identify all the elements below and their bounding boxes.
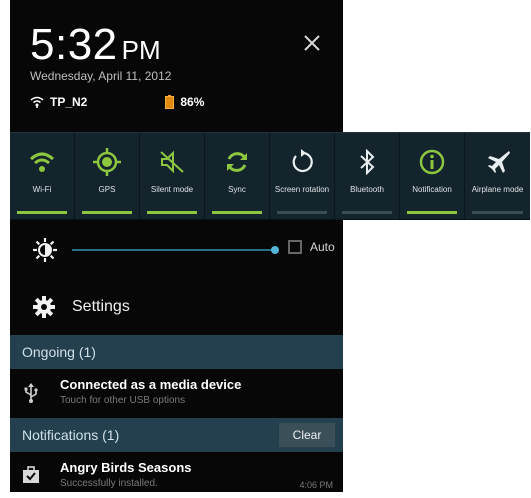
gps-icon bbox=[93, 148, 121, 176]
battery-icon bbox=[165, 95, 175, 109]
notification-time: 4:06 PM bbox=[299, 480, 333, 490]
date-label: Wednesday, April 11, 2012 bbox=[30, 69, 172, 83]
quick-settings-bar: Wi-Fi GPS Silent mode Sync Screen rotati… bbox=[10, 132, 530, 220]
gear-icon bbox=[33, 296, 55, 318]
qs-indicator bbox=[82, 211, 132, 214]
install-complete-icon bbox=[23, 466, 39, 483]
bluetooth-icon bbox=[360, 149, 375, 175]
auto-checkbox[interactable] bbox=[288, 240, 302, 254]
clock-time: 5:32 bbox=[30, 20, 118, 69]
qs-wifi[interactable]: Wi-Fi bbox=[10, 133, 75, 219]
wifi-icon bbox=[29, 152, 55, 172]
qs-indicator bbox=[277, 211, 327, 214]
qs-airplane-mode[interactable]: Airplane mode bbox=[465, 133, 530, 219]
status-row: TP_N2 86% bbox=[30, 95, 204, 109]
notification-subtitle: Successfully installed. bbox=[60, 478, 158, 489]
silent-mode-icon bbox=[160, 150, 184, 174]
airplane-icon bbox=[487, 151, 510, 173]
notifications-header: Notifications (1) Clear bbox=[10, 418, 343, 452]
qs-screen-rotation[interactable]: Screen rotation bbox=[270, 133, 335, 219]
notification-icon bbox=[419, 149, 445, 175]
clear-button[interactable]: Clear bbox=[279, 423, 335, 447]
auto-label: Auto bbox=[310, 240, 335, 254]
ongoing-title: Connected as a media device bbox=[60, 377, 242, 392]
qs-gps[interactable]: GPS bbox=[75, 133, 140, 219]
qs-label: Wi-Fi bbox=[32, 185, 52, 194]
ongoing-header-label: Ongoing (1) bbox=[22, 344, 96, 360]
qs-label: Sync bbox=[228, 185, 246, 194]
qs-indicator bbox=[342, 211, 392, 214]
settings-row[interactable]: Settings bbox=[20, 283, 343, 333]
qs-label: Airplane mode bbox=[471, 185, 524, 194]
qs-indicator bbox=[407, 211, 457, 214]
qs-notification[interactable]: Notification bbox=[400, 133, 465, 219]
battery-percent: 86% bbox=[180, 95, 205, 109]
qs-label: Silent mode bbox=[150, 185, 194, 194]
brightness-slider[interactable] bbox=[72, 246, 279, 254]
qs-indicator bbox=[17, 211, 67, 214]
notifications-header-label: Notifications (1) bbox=[22, 427, 120, 443]
qs-silent-mode[interactable]: Silent mode bbox=[140, 133, 205, 219]
qs-label: Bluetooth bbox=[350, 185, 384, 194]
brightness-slider-knob[interactable] bbox=[271, 246, 279, 254]
close-icon bbox=[304, 35, 320, 51]
settings-label: Settings bbox=[72, 298, 130, 315]
usb-icon bbox=[24, 383, 38, 403]
qs-sync[interactable]: Sync bbox=[205, 133, 270, 219]
ongoing-subtitle: Touch for other USB options bbox=[60, 395, 186, 406]
brightness-icon bbox=[33, 238, 57, 262]
qs-indicator bbox=[212, 211, 262, 214]
auto-brightness-toggle[interactable]: Auto bbox=[288, 240, 335, 254]
screen-rotation-icon bbox=[292, 149, 313, 173]
wifi-status: TP_N2 bbox=[30, 95, 87, 109]
ongoing-header: Ongoing (1) bbox=[10, 335, 343, 369]
clock: 5:32 PM bbox=[30, 20, 161, 70]
notification-angry-birds[interactable]: Angry Birds Seasons Successfully install… bbox=[10, 452, 343, 498]
qs-bluetooth[interactable]: Bluetooth bbox=[335, 133, 400, 219]
wifi-name: TP_N2 bbox=[50, 95, 88, 109]
notification-title: Angry Birds Seasons bbox=[60, 460, 192, 475]
close-button[interactable] bbox=[299, 30, 325, 56]
qs-indicator bbox=[147, 211, 197, 214]
ongoing-usb-item[interactable]: Connected as a media device Touch for ot… bbox=[10, 369, 343, 415]
sync-icon bbox=[227, 152, 247, 172]
wifi-signal-icon bbox=[30, 96, 44, 108]
clock-ampm: PM bbox=[121, 35, 161, 65]
qs-indicator bbox=[472, 211, 523, 214]
qs-label: GPS bbox=[98, 185, 116, 194]
qs-label: Notification bbox=[412, 185, 452, 194]
brightness-row: Auto bbox=[20, 219, 343, 283]
qs-label: Screen rotation bbox=[274, 185, 330, 194]
battery-status: 86% bbox=[165, 95, 204, 109]
